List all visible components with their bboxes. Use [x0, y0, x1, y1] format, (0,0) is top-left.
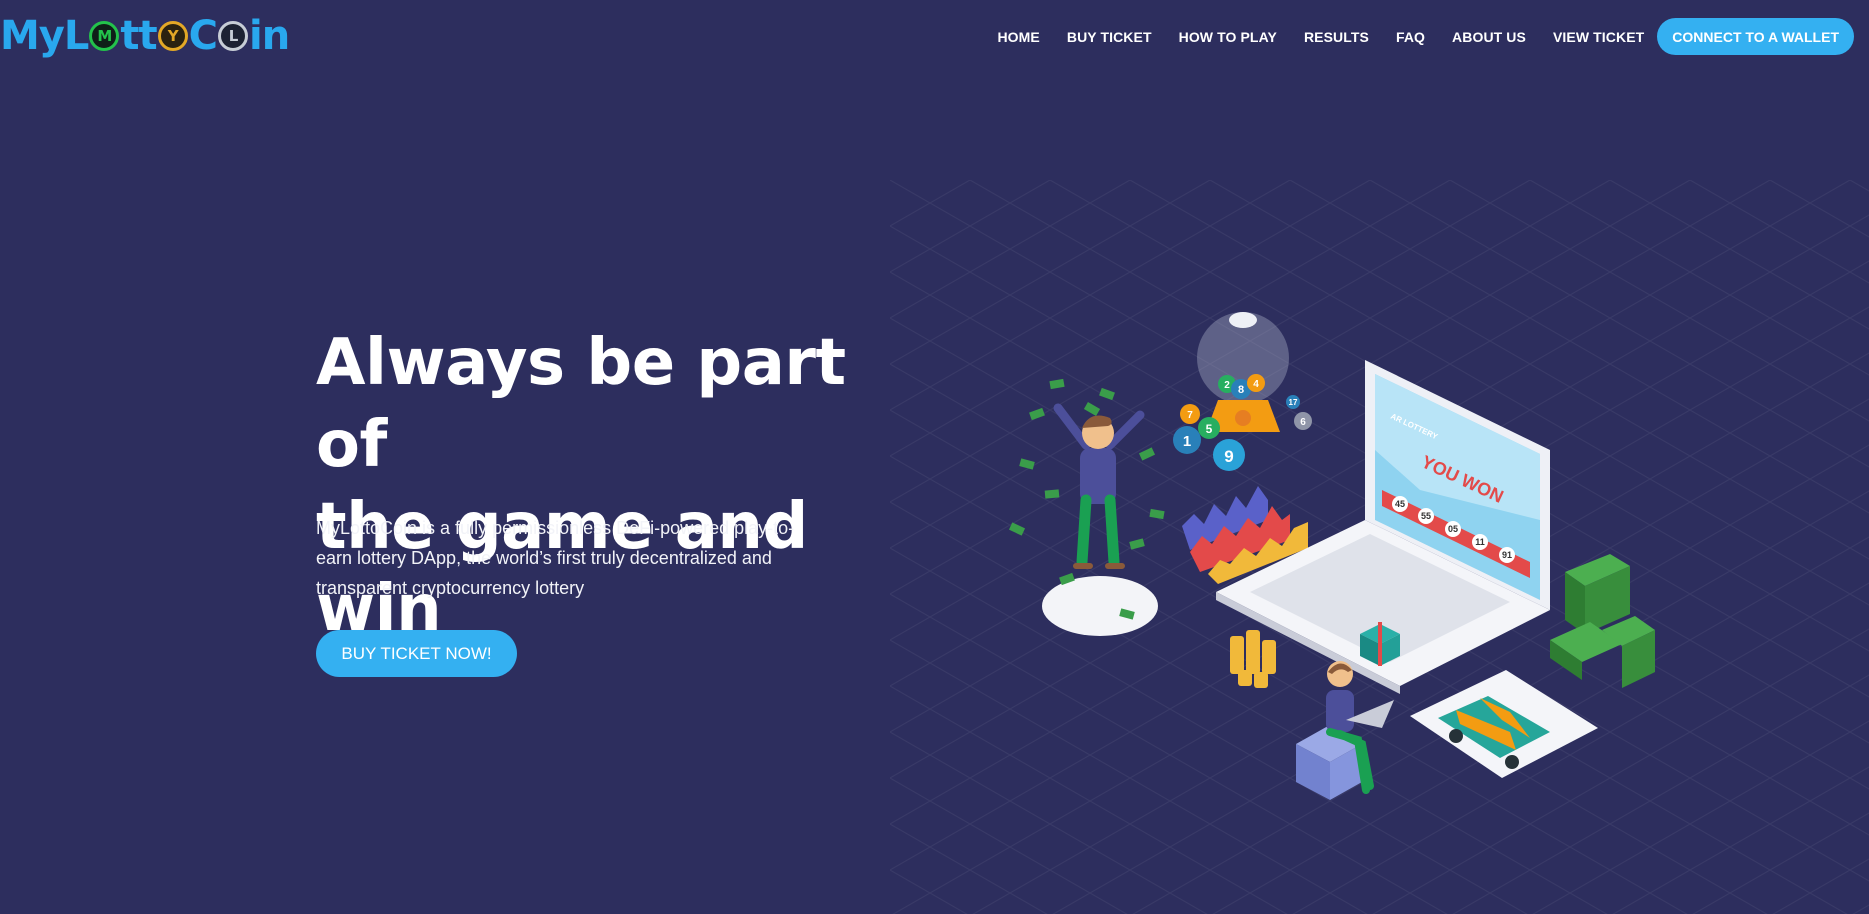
- svg-text:5: 5: [1206, 422, 1213, 436]
- main-nav: HOME BUY TICKET HOW TO PLAY RESULTS FAQ …: [970, 18, 1854, 55]
- nav-home[interactable]: HOME: [997, 29, 1039, 45]
- svg-text:7: 7: [1187, 410, 1193, 421]
- svg-text:2: 2: [1224, 380, 1230, 391]
- svg-text:17: 17: [1289, 398, 1298, 407]
- hero-title-line1: Always be part of: [316, 326, 846, 482]
- logo-coin-l: L: [217, 21, 248, 51]
- nav-how-to-play[interactable]: HOW TO PLAY: [1179, 29, 1277, 45]
- svg-text:11: 11: [1475, 537, 1485, 547]
- nav-buy-ticket[interactable]: BUY TICKET: [1067, 29, 1152, 45]
- nav-about-us[interactable]: ABOUT US: [1452, 29, 1526, 45]
- lottery-machine: [1197, 312, 1289, 432]
- money-stacks: [1550, 554, 1655, 688]
- gold-coins: [1230, 630, 1276, 688]
- svg-text:05: 05: [1448, 524, 1458, 534]
- logo-text-end: in: [248, 13, 290, 59]
- svg-text:4: 4: [1253, 379, 1259, 390]
- svg-text:55: 55: [1421, 511, 1431, 521]
- logo-text-tt: tt: [120, 13, 157, 59]
- svg-text:91: 91: [1502, 550, 1512, 560]
- logo[interactable]: MyL M tt Y C L in: [0, 13, 290, 59]
- svg-text:9: 9: [1224, 447, 1233, 466]
- celebrating-man: [1042, 403, 1158, 636]
- logo-coin-m: M: [89, 21, 120, 51]
- lottery-illustration: 7 2 8 4 5 1 9 17 6 AR LOTTERY YOU WON 45…: [1008, 312, 1655, 800]
- nav-faq[interactable]: FAQ: [1396, 29, 1425, 45]
- logo-text-start: MyL: [0, 13, 89, 59]
- logo-text-c: C: [188, 13, 218, 59]
- svg-text:1: 1: [1183, 433, 1191, 450]
- nav-view-ticket[interactable]: VIEW TICKET: [1553, 29, 1644, 45]
- logo-coin-y: Y: [157, 21, 188, 51]
- hero-description: MyLottoCoin is a fully permissionless De…: [316, 518, 795, 598]
- svg-text:8: 8: [1238, 384, 1244, 396]
- car-prize-card: [1410, 670, 1598, 778]
- svg-text:45: 45: [1395, 499, 1405, 509]
- connect-wallet-button[interactable]: CONNECT TO A WALLET: [1657, 18, 1854, 55]
- svg-text:6: 6: [1300, 417, 1306, 428]
- site-header: MyL M tt Y C L in HOME BUY TICKET HOW TO…: [0, 0, 1869, 72]
- buy-ticket-now-button[interactable]: BUY TICKET NOW!: [316, 630, 517, 677]
- nav-results[interactable]: RESULTS: [1304, 29, 1369, 45]
